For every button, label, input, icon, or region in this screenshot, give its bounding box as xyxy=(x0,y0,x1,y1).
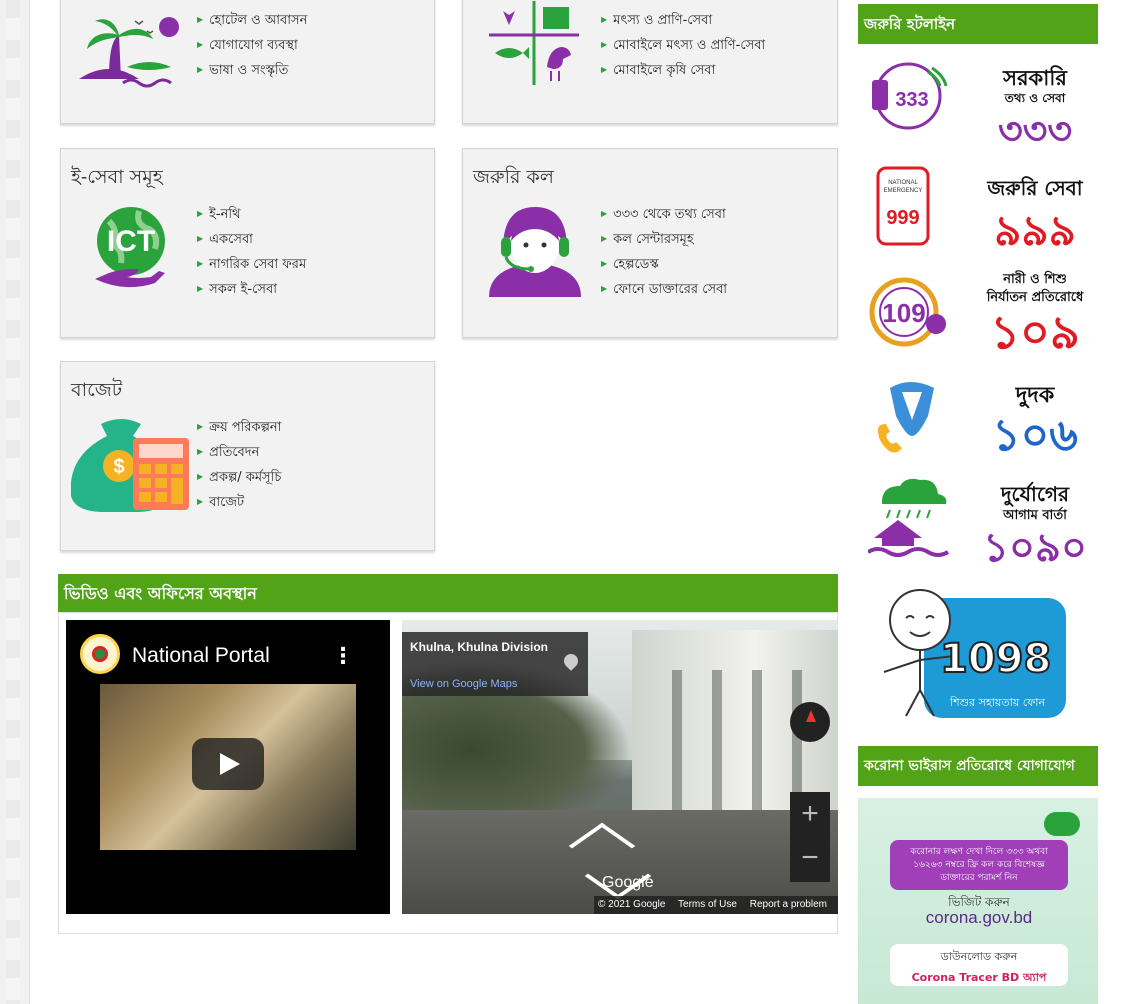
map-zoom-control: + − xyxy=(790,792,830,882)
hotline-333[interactable]: 333 সরকারি তথ্য ও সেবা ৩৩৩ xyxy=(858,56,1098,156)
youtube-video-embed[interactable]: National Portal ⋮ xyxy=(66,620,390,914)
hotline-1090-number: ১০৯০ xyxy=(983,525,1087,571)
call-center-icon xyxy=(481,201,589,297)
disaster-warning-icon xyxy=(866,476,952,564)
budget-icon: $ xyxy=(70,414,195,512)
tourism-link-list: হোটেল ও আবাসন যোগাযোগ ব্যবস্থা ভাষা ও সং… xyxy=(197,9,307,84)
eservices-link-list: ই-নথি একসেবা নাগরিক সেবা ফরম সকল ই-সেবা xyxy=(197,203,306,303)
link-purchase-plan[interactable]: ক্রয় পরিকল্পনা xyxy=(197,416,281,441)
link-report[interactable]: প্রতিবেদন xyxy=(197,441,281,466)
link-helpdesk[interactable]: হেল্পডেস্ক xyxy=(601,253,727,278)
link-all-eservices[interactable]: সকল ই-সেবা xyxy=(197,278,306,303)
view-on-google-maps-link[interactable]: View on Google Maps xyxy=(410,678,517,690)
play-button-icon[interactable] xyxy=(192,738,264,790)
link-mobile-agri[interactable]: মোবাইলে কৃষি সেবা xyxy=(601,59,765,84)
page-left-border xyxy=(0,0,30,1004)
corona-logo-icon xyxy=(1044,812,1080,836)
emergency-call-link-list: ৩৩৩ থেকে তথ্য সেবা কল সেন্টারসমূহ হেল্পড… xyxy=(601,203,727,303)
map-pin-icon xyxy=(561,651,581,671)
hotline-heading: জরুরি হটলাইন xyxy=(858,4,1098,44)
corona-download-label: ডাউনলোড করুন xyxy=(940,950,1018,963)
tourism-icon xyxy=(79,9,189,89)
agriculture-icon xyxy=(489,1,579,85)
card-tourism: হোটেল ও আবাসন যোগাযোগ ব্যবস্থা ভাষা ও সং… xyxy=(60,0,435,124)
hotline-999-number: ৯৯৯ xyxy=(994,206,1076,255)
hotline-1090[interactable]: দুর্যোগের আগাম বার্তা ১০৯০ xyxy=(858,474,1098,571)
eservices-title: ই-সেবা সমূহ xyxy=(71,166,163,188)
link-hotel[interactable]: হোটেল ও আবাসন xyxy=(197,9,307,34)
svg-text:NATIONAL: NATIONAL xyxy=(888,180,918,186)
video-menu-icon[interactable]: ⋮ xyxy=(332,644,354,669)
video-section-heading: ভিডিও এবং অফিসের অবস্থান xyxy=(58,574,838,614)
link-transport[interactable]: যোগাযোগ ব্যবস্থা xyxy=(197,34,307,59)
agriculture-link-list: মৎস্য ও প্রাণি-সেবা মোবাইলে মৎস্য ও প্রা… xyxy=(601,9,765,84)
link-fisheries[interactable]: মৎস্য ও প্রাণি-সেবা xyxy=(601,9,765,34)
map-footer: © 2021 Google Terms of Use Report a prob… xyxy=(594,896,838,914)
hotline-109[interactable]: 109 নারী ও শিশু নির্যাতন প্রতিরোধে ১০৯ xyxy=(858,266,1098,366)
link-ekseba[interactable]: একসেবা xyxy=(197,228,306,253)
zoom-out-button[interactable]: − xyxy=(790,836,830,880)
emergency-call-title: জরুরি কল xyxy=(473,166,554,188)
link-budget[interactable]: বাজেট xyxy=(197,491,281,516)
link-citizen-form[interactable]: নাগরিক সেবা ফরম xyxy=(197,253,306,278)
budget-link-list: ক্রয় পরিকল্পনা প্রতিবেদন প্রকল্প/ কর্মস… xyxy=(197,416,281,516)
zoom-in-button[interactable]: + xyxy=(790,792,830,836)
card-budget: বাজেট $ ক্রয় পরিকল্পনা প্রতিবেদন প্রকল্… xyxy=(60,361,435,551)
corona-site-link[interactable]: corona.gov.bd xyxy=(890,908,1068,928)
badge-333-text: 333 xyxy=(895,89,928,111)
hotline-999[interactable]: NATIONAL EMERGENCY 999 জরুরি সেবা ৯৯৯ xyxy=(858,160,1098,260)
link-project[interactable]: প্রকল্প/ কর্মসূচি xyxy=(197,466,281,491)
child-helpline-banner[interactable]: 1098 শিশুর সহায়তায় ফোন xyxy=(880,584,1070,720)
anti-corruption-phone-icon xyxy=(868,374,952,462)
card-agriculture: মৎস্য ও প্রাণি-সেবা মোবাইলে মৎস্য ও প্রা… xyxy=(462,0,838,124)
women-child-helpline-icon: 109 xyxy=(868,272,952,360)
hotline-106[interactable]: দুদক ১০৬ xyxy=(858,372,1098,468)
compass-icon[interactable] xyxy=(790,702,830,742)
corona-app-name: Corona Tracer BD অ্যাপ xyxy=(911,971,1047,984)
hotline-106-number: ১০৬ xyxy=(992,410,1078,461)
badge-999-text: 999 xyxy=(886,207,919,229)
ict-icon: ICT xyxy=(79,201,191,301)
link-e-nothi[interactable]: ই-নথি xyxy=(197,203,306,228)
link-call-centers[interactable]: কল সেন্টারসমূহ xyxy=(601,228,727,253)
card-emergency-call: জরুরি কল ৩৩৩ থেকে তথ্য সেবা কল সেন্টারসম… xyxy=(462,148,838,338)
child-helpline-number: 1098 xyxy=(939,635,1052,683)
map-report-link[interactable]: Report a problem xyxy=(750,899,827,910)
corona-notice: করোনার লক্ষণ দেখা দিলে ৩৩৩ অথবা ১৬২৬৩ নম… xyxy=(890,840,1068,890)
budget-title: বাজেট xyxy=(71,379,123,401)
svg-text:EMERGENCY: EMERGENCY xyxy=(884,188,923,194)
card-eservices: ই-সেবা সমূহ ICT ই-নথি একসেবা নাগরিক সেবা… xyxy=(60,148,435,338)
map-terms-link[interactable]: Terms of Use xyxy=(678,899,737,910)
phone-333-icon: 333 xyxy=(868,62,952,136)
national-emergency-icon: NATIONAL EMERGENCY 999 xyxy=(868,164,938,252)
channel-logo-icon xyxy=(80,634,120,674)
corona-heading: করোনা ভাইরাস প্রতিরোধে যোগাযোগ xyxy=(858,746,1098,786)
link-333-info[interactable]: ৩৩৩ থেকে তথ্য সেবা xyxy=(601,203,727,228)
link-doctor-phone[interactable]: ফোনে ডাক্তারের সেবা xyxy=(601,278,727,303)
badge-109-text: 109 xyxy=(882,298,925,328)
corona-info-card[interactable]: করোনার লক্ষণ দেখা দিলে ৩৩৩ অথবা ১৬২৬৩ নম… xyxy=(858,798,1098,1004)
child-helpline-caption: শিশুর সহায়তায় ফোন xyxy=(950,696,1046,709)
svg-text:$: $ xyxy=(113,456,124,478)
corona-app-box[interactable]: ডাউনলোড করুন Corona Tracer BD অ্যাপ xyxy=(890,944,1068,986)
map-copyright: © 2021 Google xyxy=(598,899,666,910)
link-culture[interactable]: ভাষা ও সংস্কৃতি xyxy=(197,59,307,84)
street-view-map[interactable]: Khulna, Khulna Division View on Google M… xyxy=(402,620,838,914)
link-mobile-fisheries[interactable]: মোবাইলে মৎস্য ও প্রাণি-সেবা xyxy=(601,34,765,59)
hotline-109-number: ১০৯ xyxy=(990,305,1080,359)
map-info-card: Khulna, Khulna Division View on Google M… xyxy=(402,632,588,696)
google-logo: Google xyxy=(602,874,654,891)
video-title[interactable]: National Portal xyxy=(132,644,270,668)
map-location-title: Khulna, Khulna Division xyxy=(410,640,549,654)
hotline-333-number: ৩৩৩ xyxy=(997,109,1073,153)
ict-text: ICT xyxy=(107,225,155,258)
